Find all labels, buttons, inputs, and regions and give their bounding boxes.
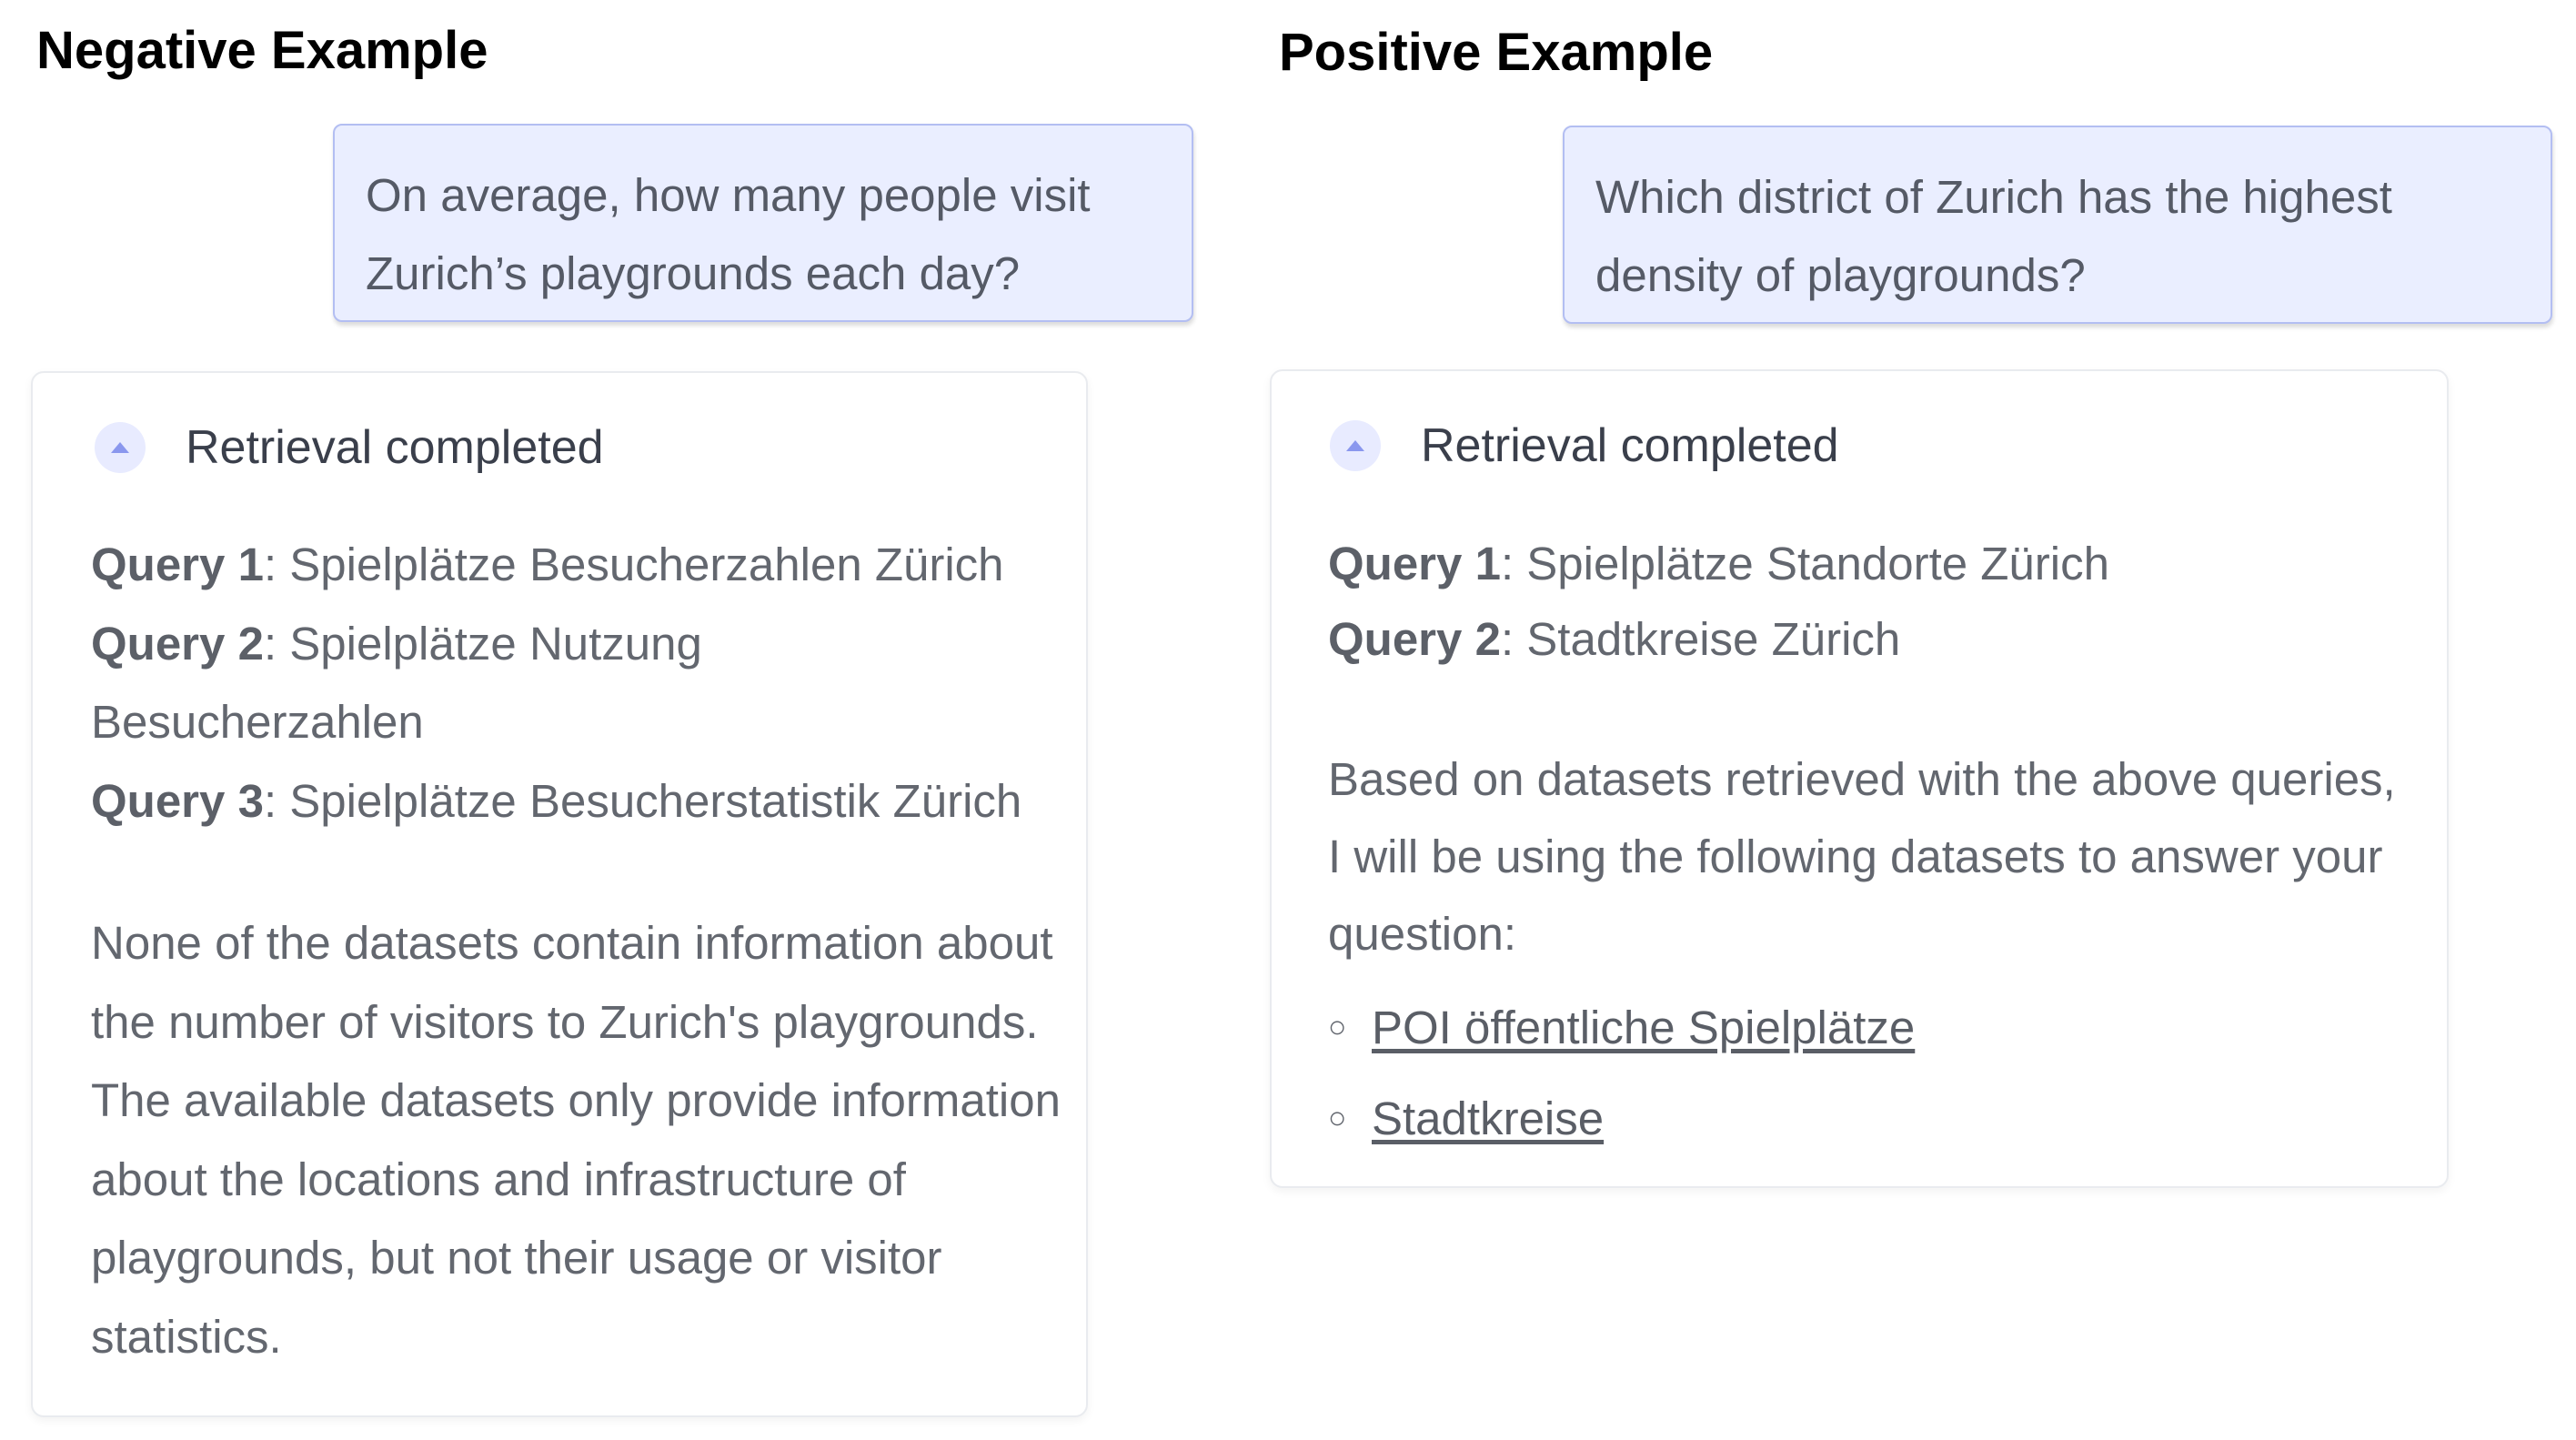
list-item: ○ Stadtkreise [1328,1072,2438,1163]
retrieval-status-label: Retrieval completed [1421,419,1839,472]
retrieval-status-label: Retrieval completed [186,421,604,474]
user-message-text: On average, how many people visit Zurich… [366,169,1091,299]
response-paragraph: Based on datasets retrieved with the abo… [1328,753,2396,960]
chevron-up-icon[interactable] [1330,420,1381,471]
dataset-link-poi-spielplaetze[interactable]: POI öffentliche Spielplätze [1372,1001,1915,1054]
query-line: Query 2: Spielplätze Nutzung [91,605,1073,684]
user-message-bubble: On average, how many people visit Zurich… [333,124,1193,322]
chevron-up-icon[interactable] [95,422,146,473]
dataset-list: ○ POI öffentliche Spielplätze ○ Stadtkre… [1328,982,2438,1163]
assistant-response-card: Retrieval completed Query 1: Spielplätze… [31,371,1088,1417]
dataset-link-stadtkreise[interactable]: Stadtkreise [1372,1092,1604,1145]
user-message-bubble: Which district of Zurich has the highest… [1563,126,2552,324]
query-label: Query 1 [91,539,264,590]
response-paragraph: None of the datasets contain information… [91,917,1061,1363]
bullet-circle-icon: ○ [1328,1009,1347,1044]
retrieval-status-row: Retrieval completed [1330,418,1839,473]
query-line: Query 2: Stadtkreise Zürich [1328,601,2438,677]
positive-example-panel: Positive Example Which district of Zuric… [1255,0,2576,1440]
assistant-response-card: Retrieval completed Query 1: Spielplätze… [1270,369,2449,1188]
assistant-response-body: Query 1: Spielplätze Standorte Zürich Qu… [1328,526,2438,1163]
query-line: Query 3: Spielplätze Besucherstatistik Z… [91,762,1073,841]
query-text: Besucherzahlen [91,696,424,748]
query-label: Query 2 [1328,613,1501,665]
query-label: Query 2 [91,617,264,670]
user-message-text: Which district of Zurich has the highest… [1595,171,2392,301]
query-text: : Stadtkreise Zürich [1500,613,1901,665]
assistant-response-body: Query 1: Spielplätze Besucherzahlen Züri… [91,526,1073,1376]
query-text: : Spielplätze Besucherzahlen Zürich [263,539,1004,590]
retrieval-status-row: Retrieval completed [95,420,604,475]
negative-example-panel: Negative Example On average, how many pe… [0,0,1255,1440]
query-line: Query 1: Spielplätze Besucherzahlen Züri… [91,526,1073,605]
query-label: Query 3 [91,774,264,827]
query-line: Besucherzahlen [91,683,1073,762]
query-text: : Spielplätze Besucherstatistik Zürich [263,774,1022,827]
bullet-circle-icon: ○ [1328,1100,1347,1135]
query-text: : Spielplätze Standorte Zürich [1500,538,2109,589]
list-item: ○ POI öffentliche Spielplätze [1328,982,2438,1072]
query-line: Query 1: Spielplätze Standorte Zürich [1328,526,2438,601]
query-label: Query 1 [1328,538,1501,589]
positive-section-title: Positive Example [1279,23,1714,82]
negative-section-title: Negative Example [36,21,488,80]
query-text: : Spielplätze Nutzung [263,617,702,670]
